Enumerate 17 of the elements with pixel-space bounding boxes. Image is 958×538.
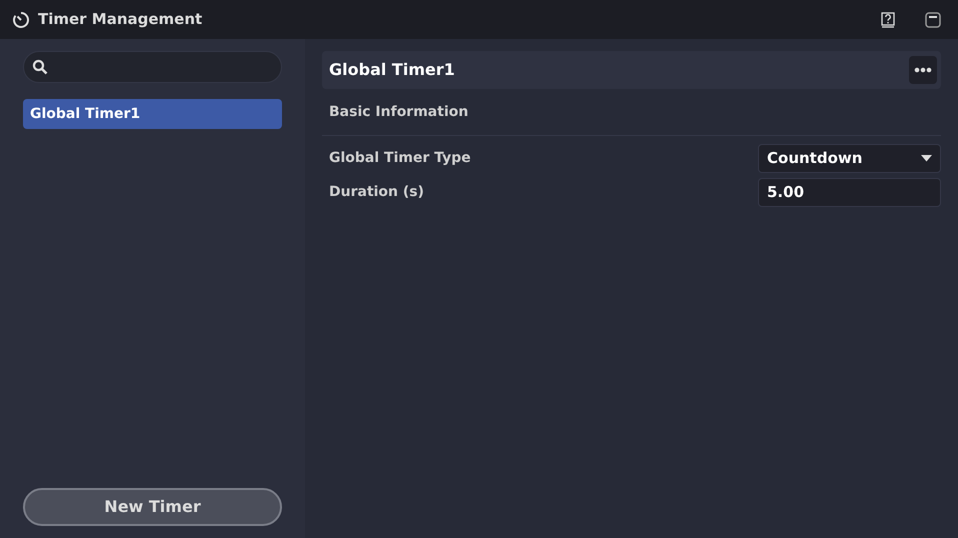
help-icon[interactable] (881, 12, 895, 28)
minimize-icon[interactable] (925, 12, 941, 28)
timer-icon (12, 10, 30, 28)
section-heading: Basic Information (329, 102, 468, 122)
search-field[interactable] (23, 51, 282, 83)
timer-list-item[interactable]: Global Timer1 (23, 99, 282, 129)
search-icon (32, 59, 48, 75)
window-title: Timer Management (38, 9, 202, 30)
new-timer-button[interactable]: New Timer (23, 488, 282, 526)
more-button[interactable] (909, 56, 937, 84)
more-icon (914, 67, 932, 73)
duration-field[interactable]: 5.00 (758, 178, 941, 207)
field-label: Duration (s) (329, 183, 424, 202)
timer-type-dropdown[interactable]: Countdown (758, 144, 941, 173)
caret-icon (921, 155, 932, 162)
detail-title: Global Timer1 (329, 59, 455, 81)
field-label: Global Timer Type (329, 149, 471, 168)
